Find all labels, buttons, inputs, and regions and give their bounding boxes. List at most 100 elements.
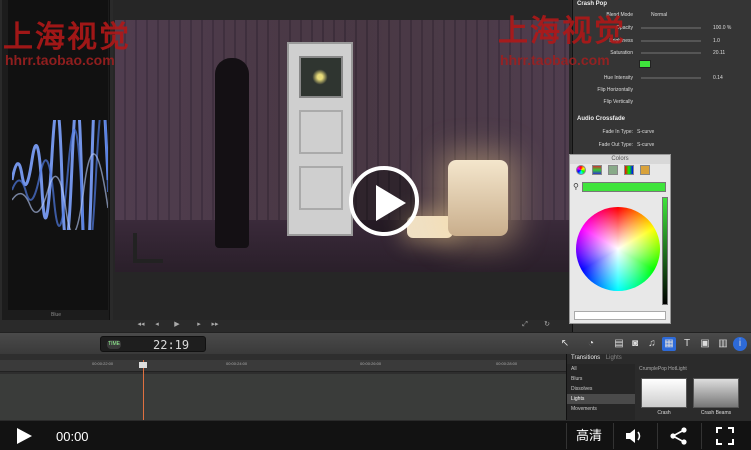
fade-out-value: S-curve xyxy=(637,142,655,148)
play-icon[interactable] xyxy=(17,428,32,444)
play-icon[interactable]: ▶ xyxy=(171,320,183,330)
watermark-url-right: hhrr.taobao.com xyxy=(500,52,610,68)
inspector-row-label: Flip Vertically xyxy=(603,99,633,105)
door-window xyxy=(299,56,343,98)
category-item[interactable]: Movements xyxy=(567,404,635,414)
video-door xyxy=(287,42,353,236)
browser-header: Transitions Lights xyxy=(571,355,622,361)
inspector-row-flip-vertically[interactable]: Flip Vertically xyxy=(573,97,751,107)
rewind-icon[interactable]: ◂◂ xyxy=(135,320,147,330)
photos-icon[interactable]: ▤ xyxy=(612,337,626,351)
sliders-tab-icon[interactable] xyxy=(592,165,602,175)
palette-tab-icon[interactable] xyxy=(608,165,618,175)
door-panel xyxy=(299,110,343,154)
category-item-selected[interactable]: Lights xyxy=(567,394,635,404)
transition-thumbnail[interactable] xyxy=(693,378,739,408)
pack-label: CrumplePop HotLight xyxy=(639,366,687,372)
inspector-row-value: 1.0 xyxy=(713,38,720,44)
step-back-icon[interactable]: ◂ xyxy=(151,320,163,330)
transition-thumbnail[interactable] xyxy=(641,378,687,408)
fast-forward-icon[interactable]: ▸▸ xyxy=(209,320,221,330)
category-item[interactable]: Blurs xyxy=(567,374,635,384)
fade-in-value: S-curve xyxy=(637,129,655,135)
scope-channel-label: Blue xyxy=(50,312,61,318)
themes-icon[interactable]: ▥ xyxy=(716,337,730,351)
waveform-trace xyxy=(12,120,108,230)
fit-icon[interactable]: ⤢ xyxy=(519,320,531,330)
quality-button[interactable]: 高清 xyxy=(569,427,609,445)
saturation-slider[interactable] xyxy=(641,52,701,54)
volume-icon[interactable] xyxy=(624,426,644,446)
timecode-display[interactable]: TIME 22:19 xyxy=(100,336,206,352)
toolbar: TIME 22:19 ↖ ◔ ▤ ◙ ♫ ▦ T ▣ ▥ i xyxy=(0,332,751,354)
watermark-text-left: 上海视觉 xyxy=(3,20,131,55)
separator xyxy=(657,423,658,449)
step-forward-icon[interactable]: ▸ xyxy=(193,320,205,330)
transition-thumbnail-label: Crash Beams xyxy=(700,410,732,416)
video-candle-small xyxy=(407,216,453,238)
fullscreen-icon[interactable] xyxy=(715,426,735,446)
timeline-track[interactable] xyxy=(0,374,566,420)
inspector-row-hue-intensity[interactable]: Hue Intensity 0.14 xyxy=(573,73,751,83)
current-time: 00:00 xyxy=(56,429,89,444)
watermark-url-left: hhrr.taobao.com xyxy=(5,52,115,68)
color-swatch[interactable] xyxy=(639,60,651,68)
info-icon[interactable]: i xyxy=(733,337,747,351)
video-figure xyxy=(215,58,249,248)
color-wheel-tab-icon[interactable] xyxy=(576,165,586,175)
separator xyxy=(613,423,614,449)
color-swatches-row[interactable] xyxy=(574,311,666,320)
share-icon[interactable] xyxy=(669,426,689,446)
colors-window-title: Colors xyxy=(570,155,670,164)
timecode-value: 22:19 xyxy=(153,338,190,352)
retime-icon[interactable]: ◔ xyxy=(584,337,598,351)
music-icon[interactable]: ♫ xyxy=(645,337,659,351)
color-wheel[interactable] xyxy=(576,207,660,291)
ruler-label: 00:00:28:00 xyxy=(496,361,518,366)
spectrum-tab-icon[interactable] xyxy=(624,165,634,175)
video-player-bar: 00:00 高清 xyxy=(0,420,751,450)
select-tool-icon[interactable]: ↖ xyxy=(558,337,572,351)
camera-icon[interactable]: ◙ xyxy=(628,337,642,351)
timeline[interactable]: 00:00:22:00 00:00:24:00 00:00:26:00 00:0… xyxy=(0,354,566,420)
transition-thumbnail-label: Crash xyxy=(657,410,671,416)
brightness-slider[interactable] xyxy=(641,40,701,42)
timecode-badge: TIME xyxy=(107,340,121,349)
inspector-row-flip-horizontally[interactable]: Flip Horizontally xyxy=(573,85,751,95)
inspector-row-fade-out[interactable]: Fade Out Type: S-curve xyxy=(573,140,751,150)
browser-subtitle: Lights xyxy=(605,355,622,361)
inspector-row-fade-in[interactable]: Fade In Type: S-curve xyxy=(573,127,751,137)
brightness-slider[interactable] xyxy=(662,197,668,305)
video-candle-big xyxy=(448,160,508,236)
fade-in-label: Fade In Type: xyxy=(602,129,633,135)
ruler-label: 00:00:24:00 xyxy=(226,361,248,366)
loop-icon[interactable]: ↻ xyxy=(541,320,553,330)
transitions-icon[interactable]: ▦ xyxy=(662,337,676,351)
colors-window: Colors ⚲ xyxy=(569,154,671,324)
play-overlay-button[interactable] xyxy=(349,166,419,236)
frame-corner-mark xyxy=(133,233,163,263)
inspector-row-label: Hue Intensity xyxy=(603,75,633,81)
magnifier-icon[interactable]: ⚲ xyxy=(573,182,579,191)
transitions-browser: Transitions Lights All Blurs Dissolves L… xyxy=(566,354,751,420)
generators-icon[interactable]: ▣ xyxy=(698,337,712,351)
opacity-slider[interactable] xyxy=(641,27,701,29)
viewer-transport: ◂◂ ◂ ▶ ▸ ▸▸ ⤢ ↻ xyxy=(113,318,571,332)
selected-color-bar xyxy=(582,182,666,192)
titles-icon[interactable]: T xyxy=(680,337,694,351)
category-item[interactable]: All xyxy=(567,364,635,374)
crayons-tab-icon[interactable] xyxy=(640,165,650,175)
hue-intensity-slider[interactable] xyxy=(641,77,701,79)
separator xyxy=(701,423,702,449)
inspector-row-value: Normal xyxy=(651,12,668,18)
colors-tabs xyxy=(574,165,666,179)
category-item[interactable]: Dissolves xyxy=(567,384,635,394)
inspector-row-value: 100.0 % xyxy=(713,25,732,31)
door-panel xyxy=(299,166,343,210)
playhead-handle[interactable] xyxy=(139,362,147,368)
ruler-label: 00:00:26:00 xyxy=(360,361,382,366)
timeline-ruler[interactable]: 00:00:22:00 00:00:24:00 00:00:26:00 00:0… xyxy=(0,360,566,372)
audio-crossfade-title: Audio Crossfade xyxy=(577,116,626,122)
separator xyxy=(566,423,567,449)
playhead[interactable] xyxy=(143,360,144,420)
